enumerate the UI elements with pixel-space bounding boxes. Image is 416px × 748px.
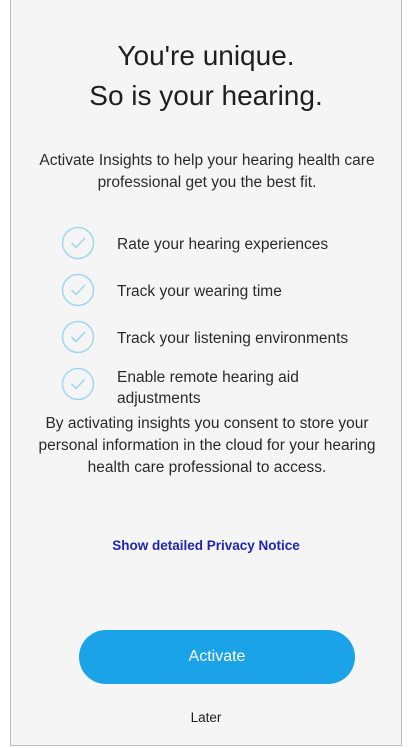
feature-label: Track your wearing time (117, 283, 282, 300)
intro-text: Activate Insights to help your hearing h… (39, 152, 375, 191)
privacy-notice-link[interactable]: Show detailed Privacy Notice (11, 538, 401, 553)
insights-screen: You're unique. So is your hearing. Activ… (10, 0, 402, 746)
consent-text: By activating insights you consent to st… (38, 415, 376, 476)
page-title: You're unique. So is your hearing. (11, 36, 401, 116)
feature-item-remote-adjustments: Enable remote hearing aid adjustments (61, 365, 401, 407)
feature-item-rate-experiences: Rate your hearing experiences (61, 224, 401, 266)
later-button[interactable]: Later (11, 710, 401, 725)
feature-label: Enable remote hearing aid adjustments (117, 369, 299, 407)
activate-button[interactable]: Activate (79, 630, 355, 684)
feature-item-listening-environments: Track your listening environments (61, 318, 401, 360)
check-circle-icon (61, 320, 95, 354)
feature-list: Rate your hearing experiences Track your… (61, 224, 401, 412)
headline-line-1: You're unique. (117, 40, 295, 71)
feature-label: Track your listening environments (117, 330, 349, 347)
check-circle-icon (61, 273, 95, 307)
check-circle-icon (61, 226, 95, 260)
check-circle-icon (61, 367, 95, 401)
feature-item-wearing-time: Track your wearing time (61, 271, 401, 313)
headline-line-2: So is your hearing. (89, 80, 323, 111)
feature-label: Rate your hearing experiences (117, 236, 329, 253)
